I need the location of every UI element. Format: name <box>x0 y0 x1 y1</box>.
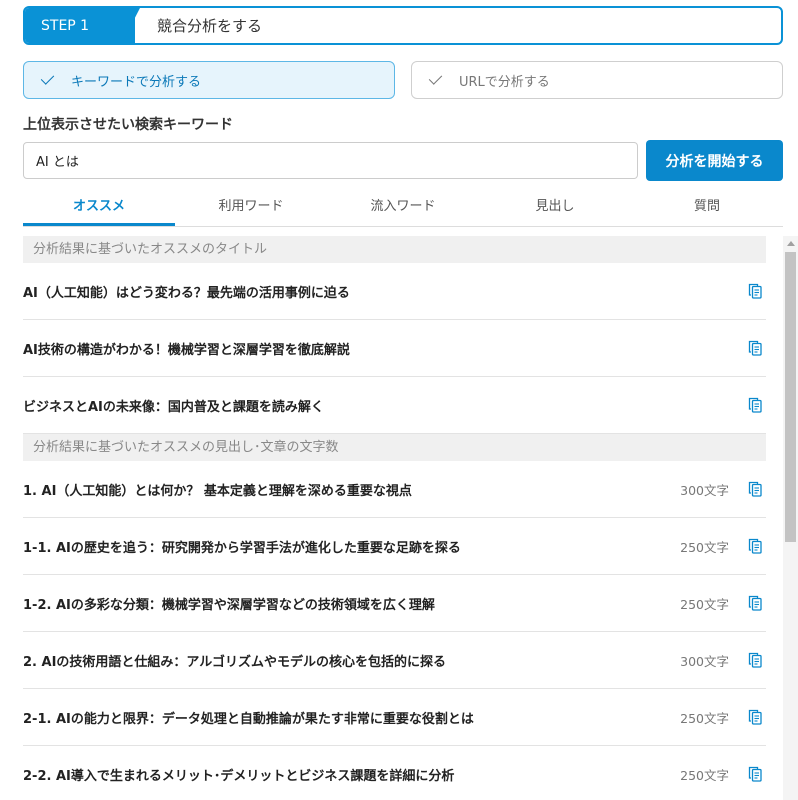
tab-questions[interactable]: 質問 <box>631 190 783 226</box>
results-panel: 分析結果に基づいたオススメのタイトル AI（人工知能）はどう変わる？最先端の活用… <box>23 236 766 800</box>
step-title: 競合分析をする <box>157 17 263 35</box>
step-bar: STEP 1 競合分析をする <box>23 6 783 45</box>
url-mode-label: URLで分析する <box>459 74 550 90</box>
results-scrollbar[interactable] <box>783 236 798 800</box>
copy-icon[interactable] <box>748 652 762 668</box>
char-count: 250文字 <box>680 710 729 726</box>
tab-headings[interactable]: 見出し <box>479 190 631 226</box>
url-mode-button[interactable]: URLで分析する <box>411 61 783 99</box>
char-count: 300文字 <box>680 653 729 669</box>
tab-used-words[interactable]: 利用ワード <box>175 190 327 226</box>
result-text: AI（人工知能）はどう変わる？最先端の活用事例に迫る <box>23 285 350 301</box>
keyword-input[interactable] <box>23 142 638 179</box>
char-count: 250文字 <box>680 539 729 555</box>
result-row: ビジネスとAIの未来像：国内普及と課題を読み解く <box>23 377 766 434</box>
result-text: ビジネスとAIの未来像：国内普及と課題を読み解く <box>23 399 324 415</box>
step-tag: STEP 1 <box>25 8 135 43</box>
copy-icon[interactable] <box>748 283 762 299</box>
copy-icon[interactable] <box>748 538 762 554</box>
check-icon <box>40 71 55 85</box>
headings-section-header: 分析結果に基づいたオススメの見出し･文章の文字数 <box>23 434 766 461</box>
char-count: 300文字 <box>680 482 729 498</box>
result-row: 1. AI（人工知能）とは何か？ 基本定義と理解を深める重要な視点 300文字 <box>23 461 766 518</box>
char-count: 250文字 <box>680 596 729 612</box>
scrollbar-thumb[interactable] <box>785 252 796 542</box>
result-row: 1-2. AIの多彩な分類：機械学習や深層学習などの技術領域を広く理解 250文字 <box>23 575 766 632</box>
tab-recommended[interactable]: オススメ <box>23 190 175 226</box>
start-analysis-button[interactable]: 分析を開始する <box>646 140 783 181</box>
check-icon <box>428 71 443 85</box>
result-text: AI技術の構造がわかる！機械学習と深層学習を徹底解説 <box>23 342 350 358</box>
result-text: 2. AIの技術用語と仕組み：アルゴリズムやモデルの核心を包括的に探る <box>23 654 447 670</box>
tab-inflow-words[interactable]: 流入ワード <box>327 190 479 226</box>
keyword-mode-label: キーワードで分析する <box>71 74 202 90</box>
result-text: 1. AI（人工知能）とは何か？ 基本定義と理解を深める重要な視点 <box>23 483 412 499</box>
step-tag-slant <box>121 8 141 43</box>
result-row: 2. AIの技術用語と仕組み：アルゴリズムやモデルの核心を包括的に探る 300文字 <box>23 632 766 689</box>
result-row: 2-1. AIの能力と限界：データ処理と自動推論が果たす非常に重要な役割とは 25… <box>23 689 766 746</box>
keyword-label: 上位表示させたい検索キーワード <box>23 117 233 133</box>
copy-icon[interactable] <box>748 766 762 782</box>
result-text: 1-1. AIの歴史を追う：研究開発から学習手法が進化した重要な足跡を探る <box>23 540 461 556</box>
titles-section-header: 分析結果に基づいたオススメのタイトル <box>23 236 766 263</box>
char-count: 250文字 <box>680 767 729 783</box>
result-text: 2-1. AIの能力と限界：データ処理と自動推論が果たす非常に重要な役割とは <box>23 711 474 727</box>
result-row: AI（人工知能）はどう変わる？最先端の活用事例に迫る <box>23 263 766 320</box>
result-text: 1-2. AIの多彩な分類：機械学習や深層学習などの技術領域を広く理解 <box>23 597 435 613</box>
result-tabs: オススメ 利用ワード 流入ワード 見出し 質問 <box>23 190 783 227</box>
result-row: 1-1. AIの歴史を追う：研究開発から学習手法が進化した重要な足跡を探る 250… <box>23 518 766 575</box>
copy-icon[interactable] <box>748 709 762 725</box>
copy-icon[interactable] <box>748 481 762 497</box>
keyword-mode-button[interactable]: キーワードで分析する <box>23 61 395 99</box>
scroll-up-icon[interactable] <box>787 241 795 246</box>
copy-icon[interactable] <box>748 340 762 356</box>
headings-list: 1. AI（人工知能）とは何か？ 基本定義と理解を深める重要な視点 300文字 1-… <box>23 461 766 800</box>
titles-list: AI（人工知能）はどう変わる？最先端の活用事例に迫る AI技術の構造がわかる！機械… <box>23 263 766 434</box>
copy-icon[interactable] <box>748 595 762 611</box>
result-text: 2-2. AI導入で生まれるメリット･デメリットとビジネス課題を詳細に分析 <box>23 768 455 784</box>
result-row: 2-2. AI導入で生まれるメリット･デメリットとビジネス課題を詳細に分析 250… <box>23 746 766 800</box>
result-row: AI技術の構造がわかる！機械学習と深層学習を徹底解説 <box>23 320 766 377</box>
copy-icon[interactable] <box>748 397 762 413</box>
